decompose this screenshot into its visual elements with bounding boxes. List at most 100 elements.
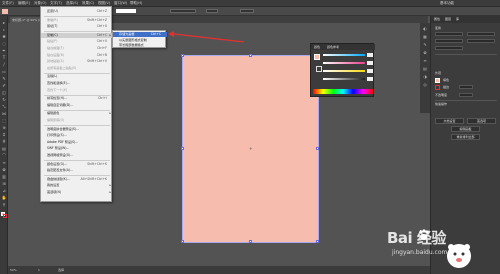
artboard-handle[interactable] — [316, 147, 319, 150]
edit-menu-item[interactable]: 编辑自定词典(D)... — [41, 103, 113, 108]
document-setup-button[interactable]: 文档设置 — [435, 118, 464, 124]
edit-menu-item[interactable]: 拼写检查(H)... Ctrl+I — [41, 96, 113, 101]
edit-menu-item[interactable]: 查找和替换(E)... — [41, 81, 113, 86]
swatches-icon[interactable]: ▦ — [422, 34, 428, 39]
brushes-icon[interactable]: ✎ — [422, 42, 428, 47]
edit-artboards-button[interactable]: 编辑画板 — [451, 126, 480, 132]
eraser-icon[interactable]: ◫ — [1, 90, 7, 95]
fill-swatch-panel[interactable] — [435, 78, 440, 83]
edit-menu-item[interactable]: SWF 预设(W)... — [41, 146, 113, 151]
width-field[interactable] — [435, 39, 463, 43]
edit-menu-item[interactable]: 粘贴(P) Ctrl+V — [41, 39, 113, 44]
pen-tool-icon[interactable]: ✒ — [1, 48, 7, 53]
edit-menu-item[interactable]: 编辑原稿(O) — [41, 118, 113, 123]
artboard-tool-icon[interactable]: ⊞ — [1, 181, 7, 186]
color-spectrum[interactable] — [313, 89, 373, 94]
edit-menu-item[interactable]: 贴在前面(F) Ctrl+F — [41, 46, 113, 51]
rotation-field[interactable] — [435, 46, 463, 50]
workspace-switcher[interactable]: 基本功能 — [440, 1, 454, 6]
type-tool-icon[interactable]: T — [1, 55, 7, 60]
opacity-field-panel[interactable] — [459, 93, 473, 97]
color-panel-icon[interactable]: ◐ — [422, 26, 428, 31]
rotate-tool-icon[interactable]: ↻ — [1, 97, 7, 102]
cyan-slider[interactable] — [323, 54, 365, 56]
edit-menu-item[interactable]: 编辑颜色 ▸ — [41, 111, 113, 116]
shape-builder-icon[interactable]: ⊕ — [1, 125, 7, 130]
edit-menu-item[interactable]: 贴在后面(B) Ctrl+B — [41, 53, 113, 58]
hand-tool-icon[interactable]: ✋ — [1, 195, 7, 200]
panel-fill-swatch[interactable] — [314, 54, 320, 60]
stroke-weight-field[interactable] — [459, 85, 473, 89]
transform-field[interactable] — [240, 9, 254, 13]
gradient-icon[interactable]: ▤ — [422, 66, 428, 71]
edit-menu-item[interactable]: 打印预设(S)... — [41, 133, 113, 138]
tab-color[interactable]: 颜色 — [314, 45, 320, 49]
slice-tool-icon[interactable]: ⊿ — [1, 188, 7, 193]
perspective-grid-icon[interactable]: ⌗ — [1, 132, 7, 137]
tab-color-guide[interactable]: 颜色参考 — [327, 45, 339, 49]
black-value[interactable] — [367, 77, 373, 81]
magenta-slider[interactable] — [323, 62, 365, 64]
blend-tool-icon[interactable]: ∞ — [1, 160, 7, 165]
edit-menu-item[interactable]: 透视网格预设(G)... — [41, 153, 113, 158]
stroke-color-icon[interactable] — [3, 214, 7, 218]
rectangle-tool-icon[interactable]: ▭ — [1, 69, 7, 74]
artboard-handle[interactable] — [249, 54, 252, 57]
style-dropdown[interactable] — [170, 9, 196, 13]
edit-menu-item[interactable]: 查找下一个(X) — [41, 88, 113, 93]
stroke-style-field[interactable] — [116, 9, 136, 13]
scale-tool-icon[interactable]: ⤡ — [1, 104, 7, 109]
tab-layers[interactable]: 图层 — [445, 17, 451, 21]
edit-menu-item[interactable]: Adobe PDF 预设(S)... — [41, 140, 113, 145]
menu-edit[interactable]: 编辑(E) — [18, 1, 30, 6]
opacity-field[interactable] — [206, 9, 218, 13]
edit-menu-item[interactable]: 就地粘贴(S) Shift+Ctrl+V — [41, 59, 113, 64]
rearrange-all-button[interactable]: 重新排列全部 — [451, 134, 480, 140]
width-tool-icon[interactable]: ⋈ — [1, 111, 7, 116]
stroke-swatch-panel[interactable] — [435, 85, 440, 90]
edit-menu-item[interactable]: 复制(C) Ctrl+C ▸ — [41, 32, 113, 38]
menu-help[interactable]: 帮助(H) — [130, 1, 142, 6]
pencil-icon[interactable]: ✐ — [1, 83, 7, 88]
edit-menu-item[interactable]: 还原(U) Ctrl+Z — [41, 9, 113, 14]
mesh-tool-icon[interactable]: # — [1, 139, 7, 144]
x-field[interactable] — [435, 32, 463, 36]
artboard-handle[interactable] — [181, 54, 184, 57]
transparency-icon[interactable]: ◑ — [422, 74, 428, 79]
menu-file[interactable]: 文件(F) — [2, 1, 14, 6]
submenu-item[interactable]: 以矢量图形格式复制 — [113, 38, 167, 43]
edit-menu-item[interactable]: 我的设置 ▸ — [41, 183, 113, 188]
edit-menu-item[interactable]: 透明度拼合器预设(S)... — [41, 127, 113, 132]
edit-menu-item[interactable]: 颜色设置(G)... Shift+Ctrl+K — [41, 162, 113, 167]
free-transform-icon[interactable]: ⬚ — [1, 118, 7, 123]
gradient-tool-icon[interactable]: ▤ — [1, 146, 7, 151]
y-field[interactable] — [467, 32, 495, 36]
artboard-handle[interactable] — [181, 240, 184, 243]
artboard-handle[interactable] — [316, 240, 319, 243]
edit-menu-item[interactable]: 指定配置文件(A)... — [41, 168, 113, 173]
edit-menu-item[interactable]: 键盘快捷键(K)... Alt+Shift+Ctrl+K — [41, 177, 113, 182]
direct-selection-tool-icon[interactable]: ▹ — [1, 27, 7, 32]
edit-menu-item[interactable]: 首选项(N) ▸ — [41, 190, 113, 195]
paintbrush-icon[interactable]: ✎ — [1, 76, 7, 81]
zoom-tool-icon[interactable]: ⚲ — [1, 202, 7, 207]
edit-menu-item[interactable]: 剪切(T) Ctrl+X — [41, 24, 113, 29]
magenta-value[interactable] — [367, 61, 373, 65]
line-tool-icon[interactable]: / — [1, 62, 7, 67]
lasso-icon[interactable]: ◌ — [1, 41, 7, 46]
symbols-icon[interactable]: ✿ — [422, 50, 428, 55]
submenu-item[interactable]: 存储为画框 Ctrl+C — [113, 32, 167, 37]
yellow-slider[interactable] — [323, 70, 365, 72]
artboard-handle[interactable] — [181, 147, 184, 150]
page-number[interactable]: 1 — [38, 268, 40, 272]
panel-stroke-swatch[interactable] — [316, 66, 322, 72]
cyan-value[interactable] — [367, 53, 373, 57]
selection-tool-icon[interactable]: ▸ — [1, 20, 7, 25]
menu-window[interactable]: 窗口(W) — [114, 1, 127, 6]
black-slider[interactable] — [323, 78, 365, 80]
tab-properties[interactable]: 属性 — [434, 17, 440, 21]
graph-tool-icon[interactable]: ▥ — [1, 174, 7, 179]
tab-libraries[interactable]: 库 — [456, 17, 459, 21]
appearance-icon[interactable]: ◎ — [422, 82, 428, 87]
symbol-sprayer-icon[interactable]: ✿ — [1, 167, 7, 172]
